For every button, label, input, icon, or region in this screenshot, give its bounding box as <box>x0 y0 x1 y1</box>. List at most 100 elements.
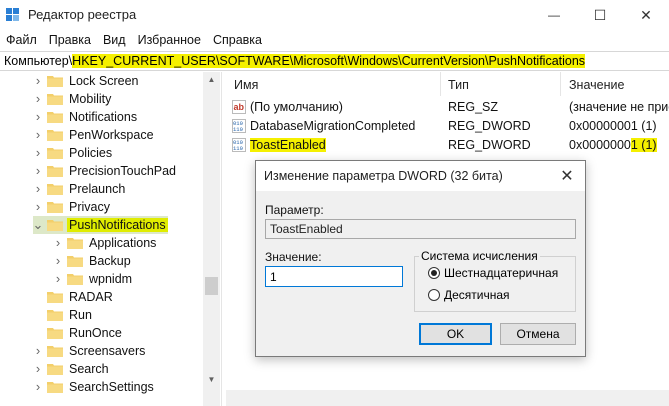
tree-item-label: Policies <box>69 146 113 160</box>
tree-item[interactable]: › Screensavers <box>33 342 147 360</box>
tree-item[interactable]: › wpnidm <box>53 270 134 288</box>
tree-item[interactable]: › Mobility <box>33 90 113 108</box>
folder-icon <box>47 148 63 159</box>
tree-item[interactable]: › Backup <box>53 252 133 270</box>
menu-favorites[interactable]: Избранное <box>138 30 207 50</box>
param-name-field: ToastEnabled <box>265 219 576 239</box>
tree-item-label: PrecisionTouchPad <box>69 164 177 178</box>
tree-item[interactable]: › PenWorkspace <box>33 126 156 144</box>
tree-item[interactable]: ⌄ PushNotifications <box>33 216 168 234</box>
close-icon: ✕ <box>560 168 574 185</box>
radio-unchecked-icon <box>428 289 440 301</box>
edit-dword-dialog: Изменение параметра DWORD (32 бита) ✕ Па… <box>255 160 586 357</box>
chevron-right-icon[interactable]: › <box>33 110 43 123</box>
radio-checked-icon <box>428 267 440 279</box>
svg-text:110: 110 <box>233 145 243 152</box>
value-name: DatabaseMigrationCompleted <box>250 119 416 133</box>
tree-item[interactable]: › Applications <box>53 234 158 252</box>
tree-item-label: Backup <box>89 254 131 268</box>
folder-icon <box>67 274 83 285</box>
folder-icon <box>47 292 63 303</box>
tree-item-label: Lock Screen <box>69 74 139 88</box>
scroll-thumb[interactable] <box>205 277 218 295</box>
dialog-title-bar: Изменение параметра DWORD (32 бита) ✕ <box>256 161 585 191</box>
radio-decimal[interactable]: Десятичная <box>428 288 510 302</box>
tree-item[interactable]: › Search <box>33 360 111 378</box>
value-type: REG_DWORD <box>448 138 531 152</box>
tree-item[interactable]: › Notifications <box>33 108 139 126</box>
radio-hex[interactable]: Шестнадцатеричная <box>428 266 558 280</box>
chevron-right-icon[interactable]: › <box>33 128 43 141</box>
address-path[interactable]: Компьютер\HKEY_CURRENT_USER\SOFTWARE\Mic… <box>4 54 586 68</box>
list-hscrollbar[interactable] <box>226 390 669 406</box>
menu-help[interactable]: Справка <box>213 30 268 50</box>
minimize-button[interactable]: — <box>531 0 577 30</box>
list-row[interactable]: ab (По умолчанию) REG_SZ (значение не присв… <box>226 98 669 117</box>
folder-icon <box>67 256 83 267</box>
chevron-right-icon[interactable]: › <box>33 182 43 195</box>
tree-scrollbar[interactable]: ▲ ▼ <box>203 72 220 406</box>
menu-edit[interactable]: Правка <box>49 30 97 50</box>
scroll-up-icon[interactable]: ▲ <box>203 72 220 86</box>
menu-view[interactable]: Вид <box>103 30 132 50</box>
ok-button[interactable]: OK <box>419 323 492 345</box>
value-input[interactable]: 1 <box>265 266 403 287</box>
chevron-right-icon[interactable]: › <box>33 362 43 375</box>
chevron-right-icon[interactable]: › <box>33 344 43 357</box>
scroll-down-icon[interactable]: ▼ <box>203 372 220 386</box>
minimize-icon: — <box>548 8 560 22</box>
close-button[interactable]: ✕ <box>623 0 669 30</box>
tree-item-label: Mobility <box>69 92 112 106</box>
list-row[interactable]: 010 110 DatabaseMigrationCompleted REG_DWOR… <box>226 117 669 136</box>
folder-icon <box>47 202 63 213</box>
folder-icon <box>47 220 63 231</box>
tree-item[interactable]: RADAR <box>33 288 115 306</box>
chevron-right-icon[interactable]: › <box>33 92 43 105</box>
column-value[interactable]: Значение <box>569 78 624 92</box>
chevron-right-icon[interactable]: › <box>33 164 43 177</box>
radio-hex-label: Шестнадцатеричная <box>444 266 559 280</box>
maximize-icon: ☐ <box>593 6 607 23</box>
base-groupbox <box>414 256 576 312</box>
tree-item[interactable]: › Prelaunch <box>33 180 127 198</box>
tree-item[interactable]: › SearchSettings <box>33 378 156 396</box>
tree-item-label: wpnidm <box>89 272 133 286</box>
list-row[interactable]: 010 110 ToastEnabled REG_DWORD 0x00000001 (1… <box>226 136 669 155</box>
chevron-down-icon[interactable]: ⌄ <box>33 218 44 231</box>
chevron-right-icon[interactable]: › <box>33 200 43 213</box>
tree-item[interactable]: › Lock Screen <box>33 72 140 90</box>
folder-icon <box>47 382 63 393</box>
cancel-button[interactable]: Отмена <box>500 323 576 345</box>
maximize-button[interactable]: ☐ <box>577 0 623 30</box>
tree-item[interactable]: › PrecisionTouchPad <box>33 162 178 180</box>
folder-icon <box>67 238 83 249</box>
address-bar[interactable]: Компьютер\HKEY_CURRENT_USER\SOFTWARE\Mic… <box>0 51 669 71</box>
menu-file[interactable]: Файл <box>6 30 43 50</box>
radio-decimal-label: Десятичная <box>444 288 510 302</box>
chevron-right-icon[interactable]: › <box>33 146 43 159</box>
tree-item[interactable]: › Policies <box>33 144 114 162</box>
value-data: 0x00000001 (1) <box>569 138 657 152</box>
chevron-right-icon[interactable]: › <box>53 254 63 267</box>
dialog-close-button[interactable]: ✕ <box>557 166 577 186</box>
folder-icon <box>47 94 63 105</box>
tree-item[interactable]: › Privacy <box>33 198 112 216</box>
chevron-right-icon[interactable]: › <box>33 380 43 393</box>
value-data: (значение не присвоено) <box>569 100 669 114</box>
column-type[interactable]: Тип <box>448 78 469 92</box>
chevron-right-icon[interactable]: › <box>33 74 43 87</box>
value-data-highlight: 1 (1) <box>630 138 657 152</box>
folder-icon <box>47 184 63 195</box>
folder-icon <box>47 364 63 375</box>
tree-item[interactable]: RunOnce <box>33 324 124 342</box>
chevron-right-icon[interactable]: › <box>53 236 63 249</box>
tree-item-label: Prelaunch <box>69 182 126 196</box>
address-prefix: Компьютер\ <box>4 54 73 68</box>
column-name[interactable]: Имя <box>234 78 258 92</box>
chevron-right-icon[interactable]: › <box>53 272 63 285</box>
value-name: ToastEnabled <box>250 138 326 152</box>
folder-icon <box>47 310 63 321</box>
address-key-path: HKEY_CURRENT_USER\SOFTWARE\Microsoft\Win… <box>72 54 586 68</box>
tree-item[interactable]: Run <box>33 306 94 324</box>
